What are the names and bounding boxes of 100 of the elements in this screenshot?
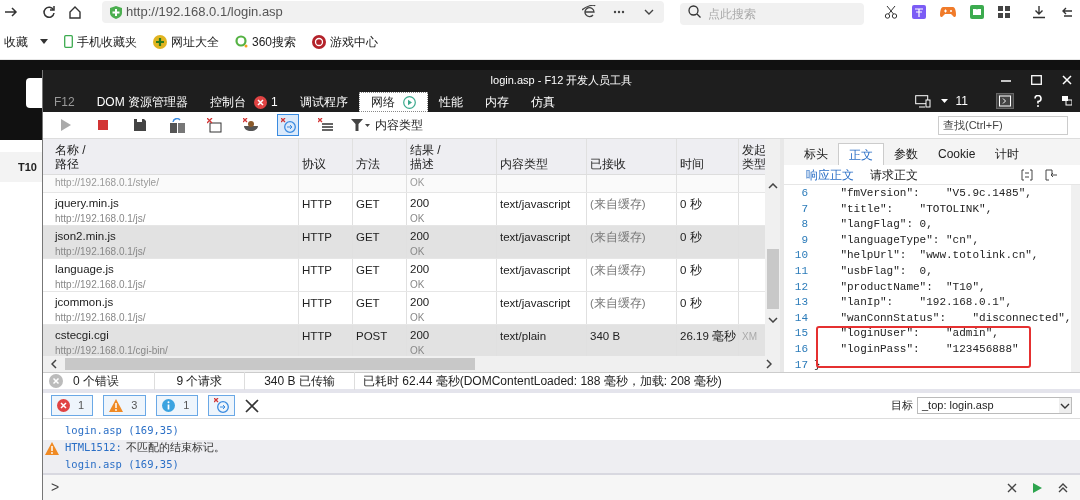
devtools-tab[interactable]: 调试程序 — [288, 92, 359, 112]
warning-filter-button[interactable]: 3 — [103, 395, 147, 416]
scroll-left-icon[interactable] — [51, 359, 57, 369]
book-icon[interactable] — [970, 5, 984, 19]
scroll-right-icon[interactable] — [766, 359, 772, 369]
apps-grid-icon[interactable] — [998, 6, 1010, 18]
dropdown-caret-icon[interactable] — [940, 98, 948, 104]
table-cell: GET — [356, 198, 380, 210]
bookmark-link[interactable]: 360搜索 — [252, 32, 297, 51]
column-header[interactable]: 内容类型 — [500, 156, 583, 171]
plus-icon — [153, 34, 167, 49]
console-prompt[interactable]: > — [51, 477, 60, 498]
details-tab[interactable]: 参数 — [884, 143, 928, 165]
column-header[interactable]: 描述 — [410, 156, 493, 171]
table-cell: HTTP — [302, 330, 333, 342]
forward-icon[interactable] — [4, 5, 18, 19]
column-header[interactable]: 路径 — [55, 156, 295, 171]
devtools-tab[interactable]: 性能 — [427, 92, 474, 112]
warning-icon — [45, 441, 59, 455]
home-icon[interactable] — [68, 5, 82, 19]
devtools-tab[interactable]: F12 — [43, 92, 86, 112]
devtools-tab[interactable]: 控制台 1 — [199, 92, 289, 112]
code-line: "langFlag": 0, — [839, 217, 933, 233]
column-header[interactable]: 协议 — [302, 156, 349, 171]
details-tab[interactable]: 标头 — [794, 143, 838, 165]
column-header[interactable]: 已接收 — [590, 156, 673, 171]
gamepad-icon[interactable] — [940, 6, 956, 18]
line-number: 6 — [800, 186, 809, 201]
save-icon — [134, 119, 146, 131]
request-row[interactable]: jquery.min.js http://192.168.0.1/js/ HTTP GET 200 OK text/javascript (来自缓存) 0 秒 — [43, 193, 766, 226]
scroll-up-icon[interactable] — [767, 183, 778, 189]
column-header[interactable]: 方法 — [356, 156, 403, 171]
filter-icon[interactable] — [351, 119, 371, 131]
document-mode[interactable]: 11 — [955, 92, 968, 110]
request-row[interactable]: json2.min.js http://192.168.0.1/js/ HTTP GET 200 OK text/javascript (来自缓存) 0 秒 — [43, 226, 766, 259]
console-icon[interactable] — [996, 93, 1014, 109]
body-subtab[interactable]: 请求正文 — [870, 165, 918, 184]
browser-engine-icon[interactable] — [582, 5, 596, 19]
devtools-tab[interactable]: 仿真 — [519, 92, 566, 112]
expand-icon[interactable] — [1058, 482, 1068, 493]
download-icon[interactable] — [1032, 5, 1046, 19]
devtools-tab[interactable]: 网络 — [358, 92, 428, 112]
run-icon[interactable] — [1033, 482, 1042, 493]
word-wrap-icon[interactable] — [1045, 168, 1058, 181]
warning-icon — [109, 399, 124, 412]
bookmarks-menu[interactable]: 收藏 — [4, 32, 28, 51]
undo-icon[interactable] — [1060, 5, 1072, 19]
request-name: language.js — [55, 262, 115, 277]
clear-console-icon[interactable] — [245, 398, 260, 413]
scrollbar-thumb[interactable] — [65, 358, 475, 370]
device-icon[interactable] — [914, 94, 933, 108]
column-header[interactable]: 时间 — [680, 156, 735, 171]
maximize-icon[interactable] — [1031, 75, 1042, 85]
request-row[interactable]: jcommon.js http://192.168.0.1/js/ HTTP GET 200 OK text/javascript (来自缓存) 0 秒 — [43, 292, 766, 325]
vertical-scrollbar[interactable] — [1071, 185, 1080, 372]
error-filter-button[interactable]: 1 — [51, 395, 94, 416]
target-dropdown[interactable]: _top: login.asp — [917, 397, 1072, 414]
scissors-icon[interactable] — [884, 5, 898, 19]
dropdown-caret-icon[interactable] — [40, 38, 48, 45]
code-line: "lanIp": "192.168.0.1", — [839, 295, 1013, 311]
bookmark-link[interactable]: 手机收藏夹 — [77, 32, 137, 51]
request-path: http://192.168.0.1/js/ — [55, 245, 147, 258]
details-tab[interactable]: 正文 — [838, 143, 884, 165]
devtools-tab[interactable]: DOM 资源管理器 — [85, 92, 200, 112]
reload-icon[interactable] — [42, 5, 56, 19]
column-header[interactable]: 结果 / — [410, 142, 493, 157]
info-filter-button[interactable]: 1 — [156, 395, 199, 416]
help-icon[interactable] — [1034, 95, 1042, 107]
filter-label[interactable]: 内容类型 — [375, 116, 423, 134]
column-header[interactable]: 类型 — [742, 156, 765, 171]
devtools-tab[interactable]: 内存 — [473, 92, 520, 112]
line-number: 16 — [793, 341, 809, 357]
horizontal-scrollbar[interactable] — [43, 356, 780, 372]
format-icon[interactable] — [1021, 168, 1033, 181]
scrollbar-thumb[interactable] — [766, 249, 779, 309]
find-field[interactable]: 查找(Ctrl+F) — [938, 115, 1068, 135]
clear-on-navigate-button[interactable] — [277, 114, 299, 136]
bookmark-link[interactable]: 游戏中心 — [330, 32, 379, 51]
body-subtab[interactable]: 响应正文 — [806, 165, 854, 184]
details-tab[interactable]: Cookie — [928, 143, 986, 165]
table-cell: HTTP — [302, 198, 333, 210]
code-line: "productName": "T10", — [839, 279, 986, 295]
translate-icon[interactable] — [912, 5, 926, 19]
request-row[interactable]: language.js http://192.168.0.1/js/ HTTP GET 200 OK text/javascript (来自缓存) 0 秒 — [43, 259, 766, 292]
request-row[interactable]: cstecgi.cgi http://192.168.0.1/cgi-bin/ HTTP POST 200 OK text/plain 340 B 26.19 毫秒 XM — [43, 325, 766, 356]
column-header[interactable]: 发起 — [742, 142, 765, 157]
chevron-down-icon[interactable] — [1059, 398, 1071, 413]
clear-navigate-filter-button[interactable] — [208, 395, 236, 416]
address-bar[interactable]: http://192.168.0.1/login.asp — [102, 1, 664, 23]
dock-icon[interactable] — [1062, 95, 1072, 107]
details-tab[interactable]: 计时 — [985, 143, 1030, 165]
search-field[interactable]: 点此搜索 — [680, 3, 864, 25]
column-header[interactable]: 名称 / — [55, 142, 295, 157]
bookmark-link[interactable]: 网址大全 — [171, 32, 219, 51]
table-cell-text: 200 — [410, 229, 431, 244]
vertical-scrollbar[interactable] — [765, 139, 780, 356]
source-link[interactable]: login.asp (169,35) — [65, 456, 179, 473]
source-link[interactable]: login.asp (169,35) — [65, 423, 179, 440]
scroll-down-icon[interactable] — [767, 317, 778, 323]
close-icon[interactable] — [1007, 482, 1017, 493]
